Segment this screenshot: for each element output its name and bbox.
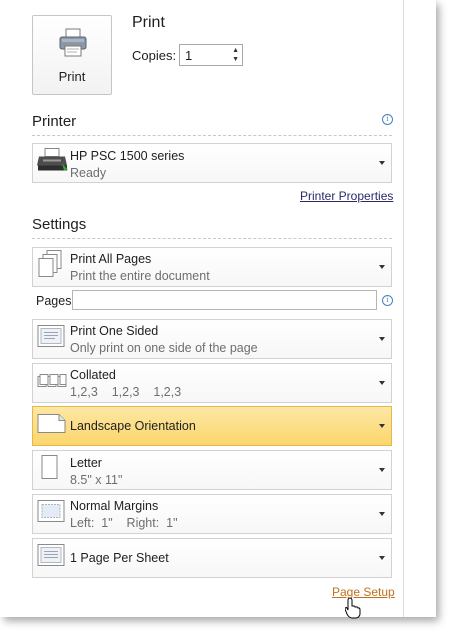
pages-per-sheet-dropdown[interactable]: 1 Page Per Sheet — [32, 538, 392, 578]
sides-title: Print One Sided — [70, 324, 159, 338]
copies-label: Copies: — [132, 48, 177, 63]
pages-label: Pages: — [36, 294, 75, 308]
pages-per-sheet-title: 1 Page Per Sheet — [70, 551, 169, 565]
letter-icon — [41, 455, 59, 486]
printer-name: HP PSC 1500 series — [70, 149, 185, 163]
paper-size-subtitle: 8.5" x 11" — [70, 473, 123, 487]
chevron-down-icon — [379, 337, 385, 341]
hand-cursor-icon — [344, 597, 361, 624]
paper-size-dropdown[interactable]: Letter 8.5" x 11" — [32, 450, 392, 490]
print-range-dropdown[interactable]: Print All Pages Print the entire documen… — [32, 247, 392, 287]
chevron-down-icon — [379, 265, 385, 269]
print-button-label: Print — [58, 69, 86, 84]
printer-icon — [58, 28, 88, 63]
printer-status: Ready — [70, 166, 107, 180]
printer-dropdown[interactable]: HP PSC 1500 series Ready — [32, 143, 392, 183]
chevron-down-icon — [379, 556, 385, 560]
preview-pane-edge — [403, 0, 436, 617]
chevron-down-icon — [379, 512, 385, 516]
print-heading: Print — [132, 14, 165, 31]
settings-heading: Settings — [32, 216, 87, 233]
page-per-sheet-icon — [37, 543, 67, 574]
print-range-title: Print All Pages — [70, 252, 152, 266]
chevron-down-icon — [379, 468, 385, 472]
printer-device-icon — [37, 148, 69, 179]
landscape-icon — [37, 413, 67, 440]
printer-properties-link[interactable]: Printer Properties — [300, 189, 393, 203]
spin-up-icon[interactable]: ▲ — [232, 47, 239, 55]
margins-subtitle: Left: 1" Right: 1" — [70, 516, 178, 530]
sides-dropdown[interactable]: Print One Sided Only print on one side o… — [32, 319, 392, 359]
margins-dropdown[interactable]: Normal Margins Left: 1" Right: 1" — [32, 494, 392, 534]
margins-title: Normal Margins — [70, 499, 159, 513]
printer-heading: Printer — [32, 113, 77, 130]
orientation-title: Landscape Orientation — [70, 419, 196, 433]
collation-title: Collated — [70, 368, 116, 382]
info-icon[interactable]: i — [382, 295, 393, 306]
chevron-down-icon — [379, 161, 385, 165]
chevron-down-icon — [379, 381, 385, 385]
one-sided-icon — [37, 324, 67, 355]
sides-subtitle: Only print on one side of the page — [70, 341, 258, 355]
margins-icon — [37, 499, 67, 530]
print-range-subtitle: Print the entire document — [70, 269, 210, 283]
info-icon[interactable]: i — [382, 114, 393, 125]
page-setup-link[interactable]: Page Setup — [332, 585, 395, 599]
chevron-down-icon — [379, 424, 385, 428]
collation-subtitle: 1,2,3 1,2,3 1,2,3 — [70, 385, 182, 399]
orientation-dropdown[interactable]: Landscape Orientation — [32, 406, 392, 446]
divider — [32, 238, 392, 239]
copies-value[interactable]: 1 — [185, 48, 192, 63]
pages-icon — [37, 250, 65, 285]
spin-down-icon[interactable]: ▼ — [232, 56, 239, 64]
pages-input[interactable] — [72, 290, 377, 310]
paper-size-title: Letter — [70, 456, 102, 470]
collated-icon — [37, 371, 67, 396]
print-button[interactable]: Print — [32, 15, 112, 95]
collation-dropdown[interactable]: Collated 1,2,3 1,2,3 1,2,3 — [32, 363, 392, 403]
copies-stepper[interactable]: 1 ▲ ▼ — [179, 44, 243, 66]
divider — [32, 135, 392, 136]
